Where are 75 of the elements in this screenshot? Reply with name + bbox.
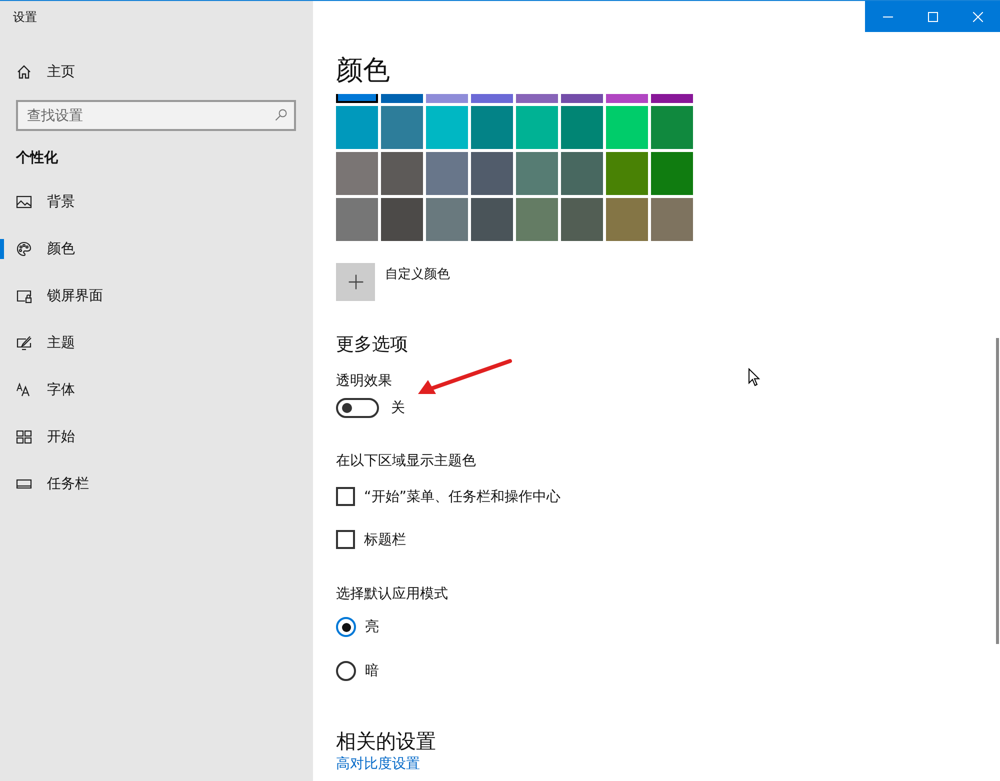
font-icon <box>16 382 32 398</box>
color-swatch[interactable] <box>651 94 693 103</box>
radio-button[interactable] <box>336 617 356 637</box>
color-swatch[interactable] <box>426 198 468 241</box>
high-contrast-link[interactable]: 高对比度设置 <box>336 756 420 773</box>
color-swatch[interactable] <box>471 106 513 149</box>
color-swatch[interactable] <box>426 94 468 103</box>
setting-label: 选择默认应用模式 <box>336 585 448 603</box>
color-swatch[interactable] <box>606 152 648 195</box>
palette-icon <box>16 240 32 256</box>
color-swatch[interactable] <box>651 106 693 149</box>
color-swatch[interactable] <box>561 106 603 149</box>
add-color-button[interactable] <box>336 263 375 301</box>
picture-icon <box>16 194 32 210</box>
toggle-switch[interactable] <box>336 398 379 418</box>
color-swatch[interactable] <box>336 152 378 195</box>
checkbox[interactable] <box>336 530 355 549</box>
color-swatch[interactable] <box>336 94 378 103</box>
color-swatch[interactable] <box>516 152 558 195</box>
lock-screen-icon <box>16 288 32 304</box>
color-swatch[interactable] <box>651 198 693 241</box>
scrollbar[interactable] <box>996 338 999 644</box>
sidebar-item[interactable]: 字体 <box>0 366 176 413</box>
color-swatch[interactable] <box>561 152 603 195</box>
color-swatch[interactable] <box>606 198 648 241</box>
color-swatch[interactable] <box>516 198 558 241</box>
color-swatch[interactable] <box>336 106 378 149</box>
color-swatch[interactable] <box>561 94 603 103</box>
section-heading: 个性化 <box>16 149 58 167</box>
toggle-state: 关 <box>391 399 405 417</box>
color-swatch[interactable] <box>606 94 648 103</box>
checkbox-label: “开始”菜单、任务栏和操作中心 <box>364 488 561 506</box>
sidebar-item[interactable]: 背景 <box>0 178 176 225</box>
sidebar-item[interactable]: 主题 <box>0 319 176 366</box>
checkbox-label: 标题栏 <box>364 530 406 548</box>
grid-icon <box>16 428 32 444</box>
color-swatch[interactable] <box>471 152 513 195</box>
color-swatch[interactable] <box>426 106 468 149</box>
maximize-icon <box>928 12 938 22</box>
sidebar-item[interactable]: 任务栏 <box>0 460 176 507</box>
color-swatch[interactable] <box>471 94 513 103</box>
checkbox[interactable] <box>336 487 355 506</box>
color-swatch[interactable] <box>561 198 603 241</box>
sidebar-item[interactable]: 锁屏界面 <box>0 272 176 319</box>
search-field[interactable]: 查找设置 <box>16 100 296 131</box>
theme-icon <box>16 334 32 350</box>
section-heading: 相关的设置 <box>336 729 436 753</box>
color-swatch[interactable] <box>651 152 693 195</box>
home-icon <box>16 64 32 80</box>
radio-button[interactable] <box>336 661 356 681</box>
cursor-icon <box>748 368 760 387</box>
color-swatch[interactable] <box>516 94 558 103</box>
setting-label: 透明效果 <box>336 372 392 390</box>
setting-label: 在以下区域显示主题色 <box>336 452 476 470</box>
section-heading: 更多选项 <box>336 333 408 357</box>
close-icon <box>972 12 982 22</box>
color-swatch[interactable] <box>381 198 423 241</box>
custom-color-label: 自定义颜色 <box>385 266 450 283</box>
window-title: 设置 <box>13 9 37 26</box>
color-swatch[interactable] <box>381 152 423 195</box>
search-icon <box>274 108 288 122</box>
page-title: 颜色 <box>336 54 390 88</box>
color-swatch[interactable] <box>381 94 423 103</box>
color-swatch[interactable] <box>336 198 378 241</box>
radio-label: 暗 <box>365 662 379 680</box>
color-swatch[interactable] <box>516 106 558 149</box>
color-swatch[interactable] <box>426 152 468 195</box>
color-swatch[interactable] <box>606 106 648 149</box>
radio-label: 亮 <box>365 618 379 636</box>
color-swatch[interactable] <box>381 106 423 149</box>
home-link[interactable]: 主页 <box>0 50 176 94</box>
plus-icon <box>346 273 364 291</box>
sidebar-item[interactable]: 开始 <box>0 413 176 460</box>
color-swatch[interactable] <box>471 198 513 241</box>
sidebar-item[interactable]: 颜色 <box>0 225 176 272</box>
